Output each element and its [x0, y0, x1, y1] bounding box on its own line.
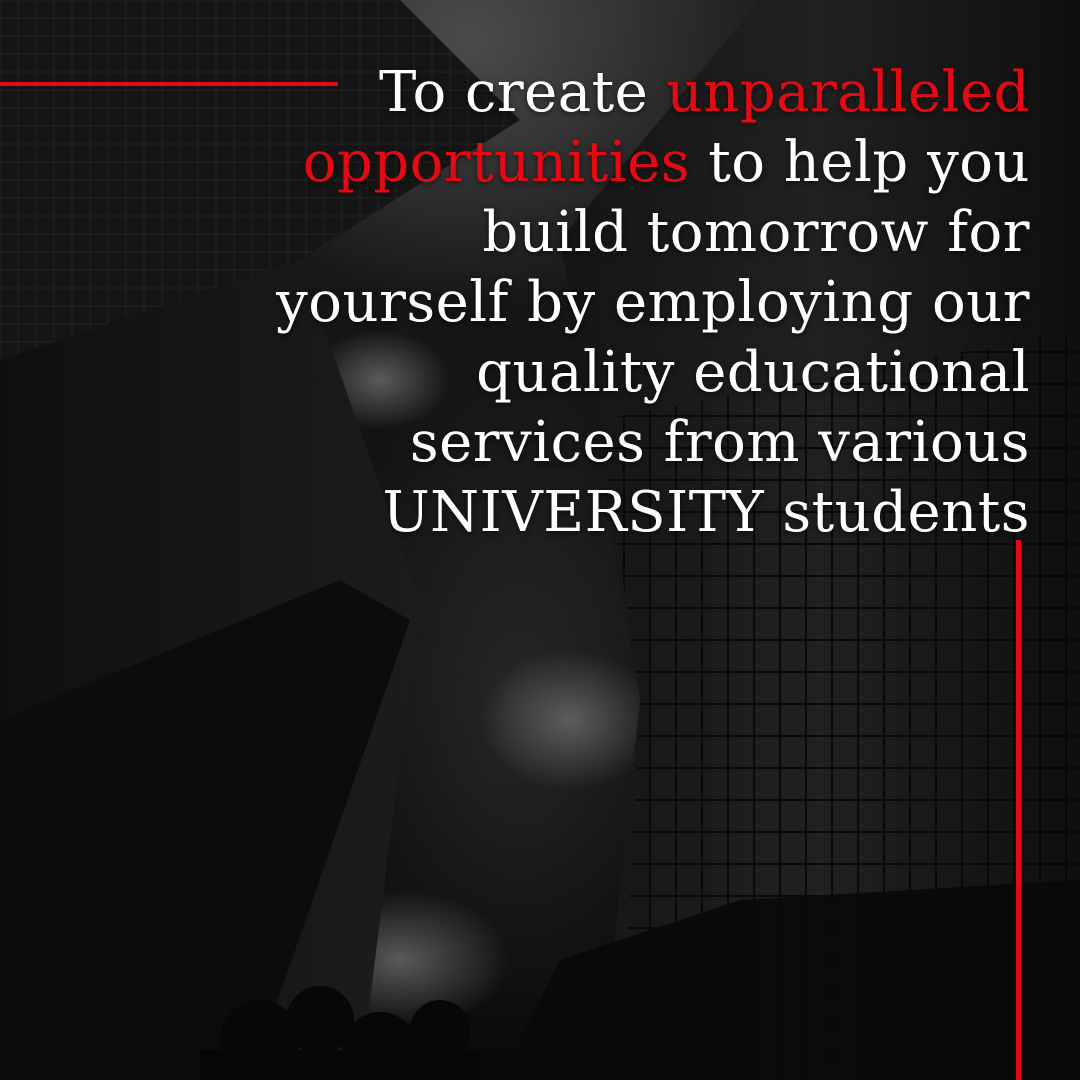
headline-line-1: To create unparalleled: [378, 60, 1030, 125]
headline-line-2: opportunities to help you: [302, 130, 1030, 195]
headline-highlight: opportunities: [302, 130, 690, 195]
headline-highlight: unparalleled: [666, 60, 1030, 125]
headline-line-4: yourself by employing our: [276, 270, 1030, 335]
headline-line-3: build tomorrow for: [482, 200, 1030, 265]
accent-line-right: [1016, 540, 1021, 1080]
headline-line-6: services from various: [409, 410, 1030, 475]
headline-line-5: quality educational: [476, 340, 1030, 405]
headline-line-7: UNIVERSITY students: [382, 480, 1030, 545]
poster-canvas: To create unparalleled opportunities to …: [0, 0, 1080, 1080]
headline: To create unparalleled opportunities to …: [210, 58, 1030, 548]
